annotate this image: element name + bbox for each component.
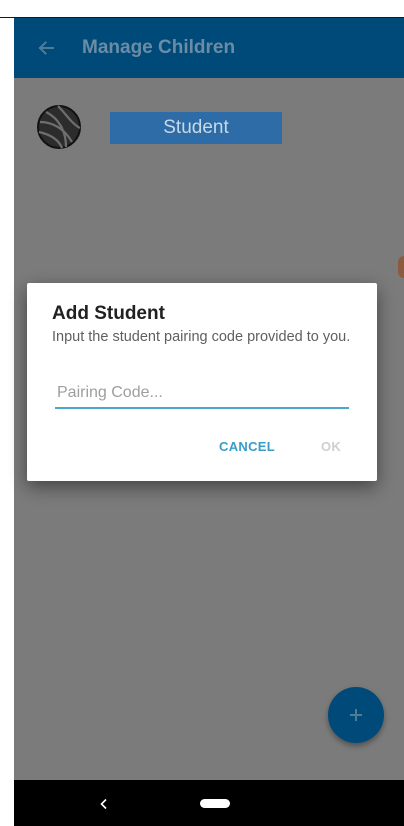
- list-item[interactable]: Student: [36, 102, 396, 152]
- dialog-message: Input the student pairing code provided …: [52, 329, 351, 345]
- arrow-left-icon: [38, 41, 54, 55]
- ok-button[interactable]: OK: [315, 435, 347, 458]
- app-bar: Manage Children: [14, 18, 404, 78]
- nav-back-button[interactable]: [92, 792, 116, 816]
- plus-icon: [350, 709, 362, 721]
- add-student-dialog: Add Student Input the student pairing co…: [27, 283, 377, 481]
- edge-indicator: [398, 256, 404, 278]
- screen: Manage Children Student Add Student Inpu…: [0, 0, 404, 826]
- dialog-title: Add Student: [52, 303, 165, 324]
- system-nav-bar: [14, 780, 404, 826]
- back-button[interactable]: [22, 18, 70, 78]
- cancel-button[interactable]: CANCEL: [213, 435, 281, 458]
- top-border: [0, 0, 404, 18]
- child-name-label: Student: [110, 112, 282, 144]
- add-child-button[interactable]: [328, 687, 384, 743]
- avatar: [36, 104, 82, 150]
- page-title: Manage Children: [82, 37, 236, 58]
- volleyball-icon: [37, 105, 81, 149]
- home-pill-icon[interactable]: [200, 799, 230, 808]
- chevron-left-icon: [100, 798, 107, 810]
- pairing-code-input[interactable]: [55, 379, 349, 409]
